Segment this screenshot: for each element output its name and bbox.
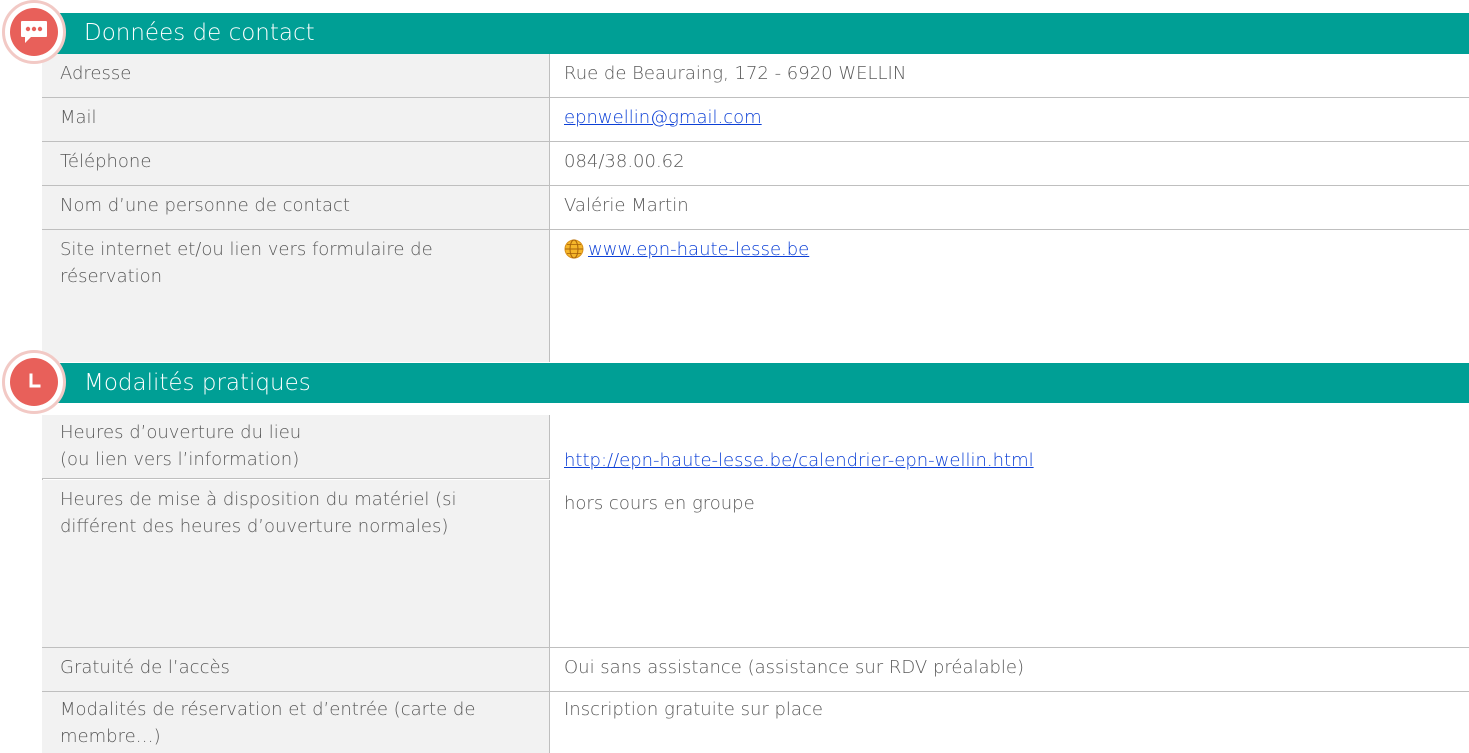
row-value: Inscription gratuite sur place bbox=[564, 699, 823, 720]
globe-icon bbox=[564, 239, 584, 267]
table-row: Modalités de réservation et d’entrée (ca… bbox=[42, 692, 1469, 753]
row-value: Rue de Beauraing, 172 - 6920 WELLIN bbox=[564, 63, 907, 84]
row-value: Oui sans assistance (assistance sur RDV … bbox=[564, 657, 1025, 678]
row-label: Heures de mise à disposition du matériel… bbox=[42, 480, 550, 647]
table-row: Mail epnwellin@gmail.com bbox=[42, 98, 1469, 141]
row-label: Site internet et/ou lien vers formulaire… bbox=[42, 230, 550, 362]
email-link[interactable]: epnwellin@gmail.com bbox=[564, 107, 762, 128]
row-label: Gratuité de l’accès bbox=[42, 648, 550, 691]
row-value: 084/38.00.62 bbox=[564, 151, 685, 172]
row-label: Nom d’une personne de contact bbox=[42, 186, 550, 229]
table-row: Nom d’une personne de contact Valérie Ma… bbox=[42, 186, 1469, 229]
row-label: Adresse bbox=[42, 54, 550, 97]
row-label: Mail bbox=[42, 98, 550, 141]
section-title: Modalités pratiques bbox=[84, 370, 311, 396]
row-label: Téléphone bbox=[42, 142, 550, 185]
table-row: Gratuité de l’accès Oui sans assistance … bbox=[42, 648, 1469, 691]
table-row: Site internet et/ou lien vers formulaire… bbox=[42, 230, 1469, 362]
section-title: Données de contact bbox=[84, 20, 315, 46]
row-label: Heures d’ouverture du lieu (ou lien vers… bbox=[42, 415, 550, 479]
section-header-contact: Données de contact bbox=[42, 13, 1469, 54]
section-header-practical: Modalités pratiques bbox=[42, 363, 1469, 403]
calendar-link[interactable]: http://epn-haute-lesse.be/calendrier-epn… bbox=[564, 447, 1469, 474]
row-label: Modalités de réservation et d’entrée (ca… bbox=[42, 692, 550, 753]
table-row: Téléphone 084/38.00.62 bbox=[42, 142, 1469, 185]
row-value: Valérie Martin bbox=[564, 195, 689, 216]
table-row-merged: Heures d’ouverture du lieu (ou lien vers… bbox=[42, 415, 1469, 647]
clock-icon bbox=[2, 350, 66, 414]
table-row: Adresse Rue de Beauraing, 172 - 6920 WEL… bbox=[42, 54, 1469, 97]
chat-bubble-icon bbox=[2, 0, 66, 64]
row-value: www.epn-haute-lesse.be bbox=[550, 230, 1469, 362]
row-value: epnwellin@gmail.com bbox=[550, 98, 1469, 141]
availability-note: hors cours en groupe bbox=[564, 493, 755, 514]
row-value: http://epn-haute-lesse.be/calendrier-epn… bbox=[550, 415, 1469, 647]
website-link[interactable]: www.epn-haute-lesse.be bbox=[588, 239, 809, 260]
